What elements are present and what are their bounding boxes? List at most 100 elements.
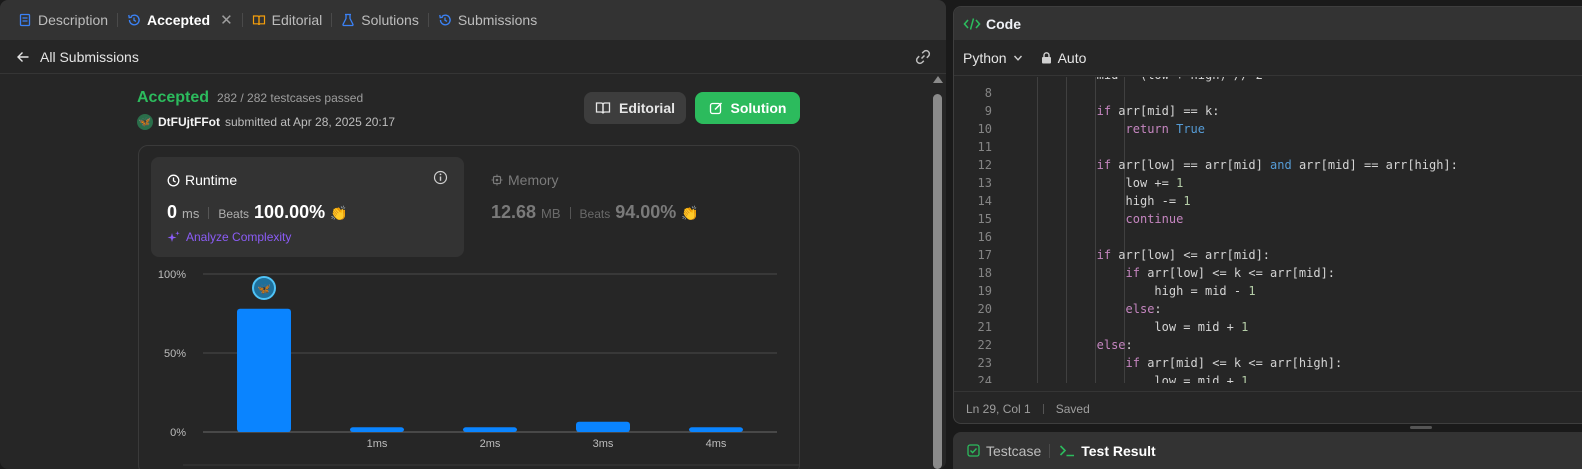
code-line: 15 continue	[954, 210, 1582, 228]
terminal-icon	[1060, 445, 1075, 457]
tab-divider	[427, 13, 429, 27]
code-line: 18 if arr[low] <= k <= arr[mid]:	[954, 264, 1582, 282]
code-line: 8	[954, 84, 1582, 102]
line-number: 17	[977, 248, 992, 262]
code-token: high -=	[1125, 194, 1184, 208]
all-submissions-label: All Submissions	[40, 48, 139, 65]
x-tick-label: 2ms	[480, 438, 501, 450]
tab-testcase[interactable]: Testcase	[967, 443, 1049, 459]
code-token: if	[1125, 266, 1140, 280]
code-line: 9 if arr[mid] == k:	[954, 102, 1582, 120]
line-number: 24	[977, 374, 992, 383]
history-icon	[438, 14, 451, 26]
code-token: :	[1125, 338, 1133, 352]
code-token: else	[1125, 302, 1155, 316]
code-token: arr[low] <= arr[mid]:	[1111, 248, 1271, 262]
checkbox-icon	[967, 444, 980, 457]
code-header: Code	[954, 7, 1582, 40]
line-number: 16	[977, 230, 992, 244]
line-code: return True	[1126, 120, 1206, 138]
line-code: if arr[mid] == k:	[1097, 102, 1220, 120]
tab-test-result[interactable]: Test Result	[1059, 443, 1163, 459]
line-code: low = mid + 1	[1154, 318, 1248, 336]
code-editor[interactable]: mid = (low + high) // 2 8 9 if arr[mid] == …	[954, 77, 1582, 383]
scroll-up-arrow-icon[interactable]	[933, 76, 943, 83]
code-line: 13 low += 1	[954, 174, 1582, 192]
code-token: arr[low] == arr[mid]	[1111, 158, 1271, 172]
code-token: if	[1096, 248, 1112, 262]
x-tick-label: 1ms	[367, 438, 388, 450]
code-line-partial: mid = (low + high) // 2	[954, 77, 1582, 84]
left-tabbar: Description Accepted ✕ Editorial Solutio…	[0, 0, 946, 40]
line-code: else:	[1126, 300, 1162, 318]
close-icon[interactable]: ✕	[220, 11, 233, 29]
code-token: arr[mid] == k:	[1111, 104, 1220, 118]
tab-label: Accepted	[147, 12, 211, 28]
book-icon	[252, 15, 265, 26]
scrollbar[interactable]	[930, 74, 946, 469]
tab-divider	[241, 13, 243, 27]
line-number: 13	[977, 176, 992, 190]
tab-accepted[interactable]: Accepted ✕	[127, 11, 242, 29]
tab-editorial[interactable]: Editorial	[252, 12, 332, 28]
x-tick-label: 4ms	[706, 438, 727, 450]
line-code: high -= 1	[1126, 192, 1191, 210]
tab-submissions[interactable]: Submissions	[438, 12, 546, 28]
tab-label: Test Result	[1081, 442, 1156, 459]
auto-label: Auto	[1057, 49, 1087, 66]
save-status: Saved	[1055, 401, 1090, 416]
code-token: :	[1154, 302, 1162, 316]
line-code: if arr[low] <= k <= arr[mid]:	[1126, 264, 1336, 282]
chart-bar	[463, 427, 517, 432]
code-brackets-icon	[963, 17, 981, 30]
panel-resize-handle[interactable]	[1410, 426, 1432, 429]
line-number: 19	[977, 284, 992, 298]
code-token: 1	[1248, 284, 1256, 298]
line-number: 20	[977, 302, 992, 316]
link-icon[interactable]	[914, 48, 932, 66]
code-token: if	[1096, 104, 1112, 118]
tab-divider	[117, 13, 119, 27]
all-submissions-link[interactable]: All Submissions	[16, 49, 139, 65]
lock-icon	[1041, 51, 1051, 63]
tab-divider	[1049, 443, 1051, 458]
submission-subbar: All Submissions	[0, 40, 946, 74]
auto-mode[interactable]: Auto	[1041, 49, 1087, 66]
line-number: 15	[977, 212, 992, 226]
tab-solutions[interactable]: Solutions	[341, 12, 428, 28]
code-line: 14 high -= 1	[954, 192, 1582, 210]
code-line: 21 low = mid + 1	[954, 318, 1582, 336]
code-token: else	[1096, 338, 1126, 352]
code-toolbar: Python Auto	[954, 40, 1582, 76]
code-line: 12 if arr[low] == arr[mid] and arr[mid] =…	[954, 156, 1582, 174]
language-select[interactable]: Python	[963, 50, 1023, 66]
editor-status-bar: Ln 29, Col 1 Saved	[954, 391, 1582, 423]
line-number: 23	[977, 356, 992, 370]
line-number: 12	[977, 158, 992, 172]
code-token: arr[mid] <= k <= arr[high]:	[1139, 356, 1343, 370]
scrollbar-thumb[interactable]	[933, 94, 942, 469]
code-token: low +=	[1125, 176, 1177, 190]
y-tick-label: 0%	[170, 427, 186, 439]
tab-description[interactable]: Description	[18, 12, 117, 28]
description-icon	[19, 13, 31, 27]
line-code: mid = (low + high) // 2	[1097, 77, 1263, 84]
test-panel: Testcase Test Result	[953, 432, 1582, 469]
line-code: if arr[low] <= arr[mid]:	[1097, 246, 1270, 264]
code-line: 23 if arr[mid] <= k <= arr[high]:	[954, 354, 1582, 372]
chevron-down-icon	[1013, 55, 1022, 61]
y-tick-label: 50%	[164, 348, 186, 360]
x-tick-label: 3ms	[593, 438, 614, 450]
y-tick-label: 100%	[158, 269, 186, 281]
code-line: 19 high = mid - 1	[954, 282, 1582, 300]
code-token: low = mid +	[1154, 374, 1242, 383]
code-line: 11	[954, 138, 1582, 156]
code-line: 24 low = mid + 1	[954, 372, 1582, 383]
line-code: if arr[mid] <= k <= arr[high]:	[1126, 354, 1343, 372]
cursor-position: Ln 29, Col 1	[966, 401, 1031, 416]
butterfly-icon: 🦋	[257, 284, 271, 296]
flask-icon	[342, 13, 354, 27]
code-token: 1	[1176, 176, 1184, 190]
line-number: 21	[977, 320, 992, 334]
code-token: high = mid -	[1154, 284, 1249, 298]
